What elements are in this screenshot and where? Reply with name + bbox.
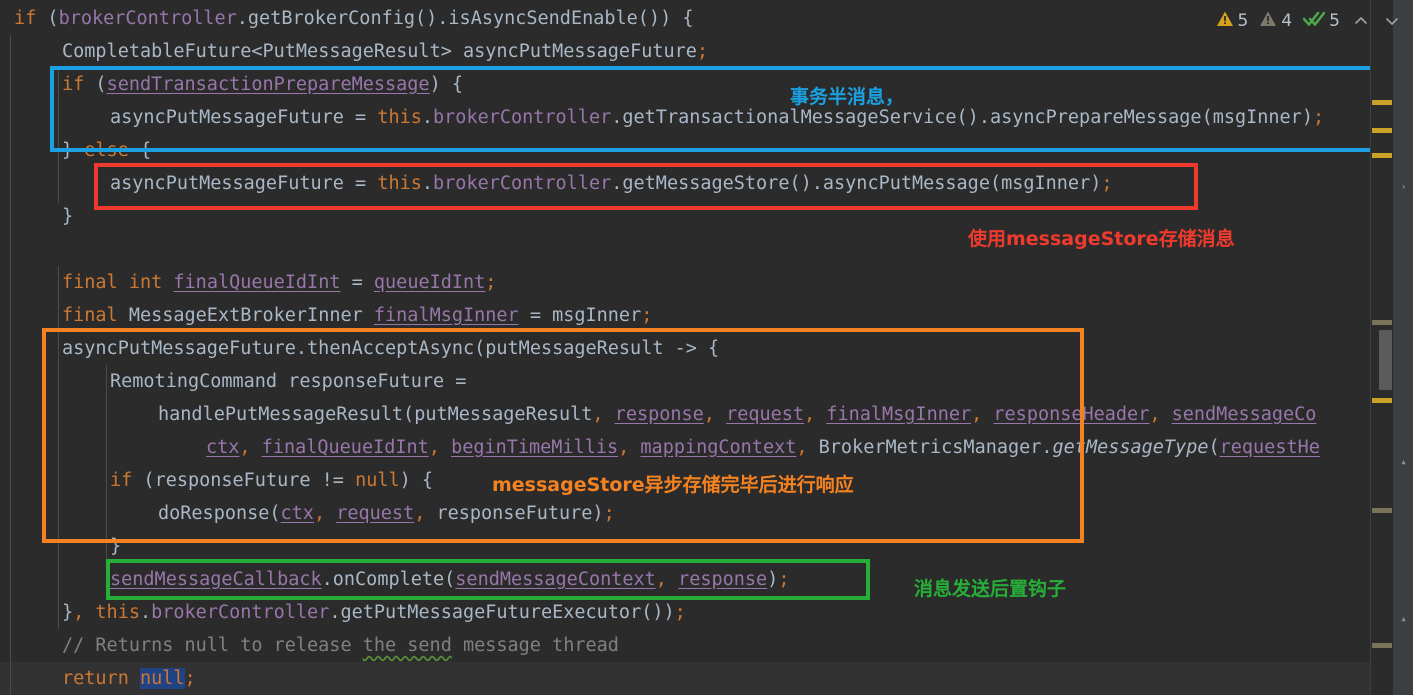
code-line[interactable]: asyncPutMessageFuture.thenAcceptAsync(pu… [62, 332, 719, 365]
inspection-widget[interactable]: 5 4 5 [1213, 4, 1405, 38]
code-line[interactable]: sendMessageCallback.onComplete(sendMessa… [110, 563, 789, 596]
code-line[interactable]: } [62, 200, 73, 233]
annotation-label-transaction-half-message: 事务半消息， [790, 86, 905, 108]
error-stripe-marker[interactable] [1372, 100, 1392, 105]
code-line[interactable]: } [110, 530, 121, 563]
weak-warning-count: 4 [1281, 11, 1293, 31]
error-stripe-marker[interactable] [1372, 320, 1392, 325]
chevron-down-icon[interactable] [1379, 8, 1405, 34]
code-text-area[interactable]: if (brokerController.getBrokerConfig().i… [0, 0, 1413, 695]
annotation-label-async-store-then-respond: messageStore异步存储完毕后进行响应 [492, 474, 854, 496]
code-line[interactable]: CompletableFuture<PutMessageResult> asyn… [62, 35, 708, 68]
scrollbar-mini-marker: ▴ [1400, 612, 1407, 625]
code-line[interactable]: if (responseFuture != null) { [110, 464, 433, 497]
error-stripe-marker[interactable] [1372, 128, 1392, 133]
ide-code-editor-window: if (brokerController.getBrokerConfig().i… [0, 0, 1413, 695]
error-stripe-marker[interactable] [1372, 398, 1392, 403]
weak-warning-indicator[interactable]: 4 [1256, 10, 1295, 33]
code-line[interactable]: if (brokerController.getBrokerConfig().i… [14, 2, 693, 35]
code-line[interactable]: handlePutMessageResult(putMessageResult,… [158, 398, 1316, 431]
chevron-up-icon[interactable] [1348, 8, 1374, 34]
error-stripe-marker[interactable] [1372, 153, 1392, 158]
code-line[interactable]: final int finalQueueIdInt = queueIdInt; [62, 266, 496, 299]
scrollbar-mini-marker: › [1400, 180, 1407, 193]
warning-triangle-icon [1216, 10, 1234, 33]
error-stripe-marker[interactable] [1372, 643, 1392, 648]
code-line[interactable]: asyncPutMessageFuture = this.brokerContr… [110, 101, 1324, 134]
code-line[interactable]: } else { [62, 134, 151, 167]
weak-warning-triangle-icon [1259, 10, 1277, 33]
code-line[interactable]: return null; [62, 662, 196, 695]
annotation-label-use-message-store: 使用messageStore存储消息 [968, 228, 1235, 250]
warning-indicator[interactable]: 5 [1213, 10, 1252, 33]
vertical-scrollbar-thumb[interactable] [1379, 330, 1392, 390]
inspections-ok-indicator[interactable]: 5 [1300, 10, 1343, 33]
code-line[interactable]: RemotingCommand responseFuture = [110, 365, 466, 398]
code-line[interactable]: ctx, finalQueueIdInt, beginTimeMillis, m… [206, 431, 1320, 464]
code-line[interactable]: asyncPutMessageFuture = this.brokerContr… [110, 167, 1113, 200]
code-line[interactable]: }, this.brokerController.getPutMessageFu… [62, 596, 686, 629]
error-stripe-marker[interactable] [1372, 508, 1392, 513]
vertical-scrollbar-track[interactable] [1393, 0, 1413, 695]
ok-count: 5 [1329, 11, 1340, 31]
green-double-check-icon [1302, 10, 1326, 33]
code-line[interactable]: // Returns null to release the send mess… [62, 629, 619, 662]
code-line[interactable]: final MessageExtBrokerInner finalMsgInne… [62, 299, 652, 332]
code-line[interactable]: if (sendTransactionPrepareMessage) { [62, 68, 463, 101]
code-line[interactable]: doResponse(ctx, request, responseFuture)… [158, 497, 615, 530]
annotation-label-send-message-post-hook: 消息发送后置钩子 [914, 578, 1067, 600]
scrollbar-mini-marker: ▴ [1400, 455, 1407, 468]
warning-count: 5 [1237, 11, 1249, 31]
